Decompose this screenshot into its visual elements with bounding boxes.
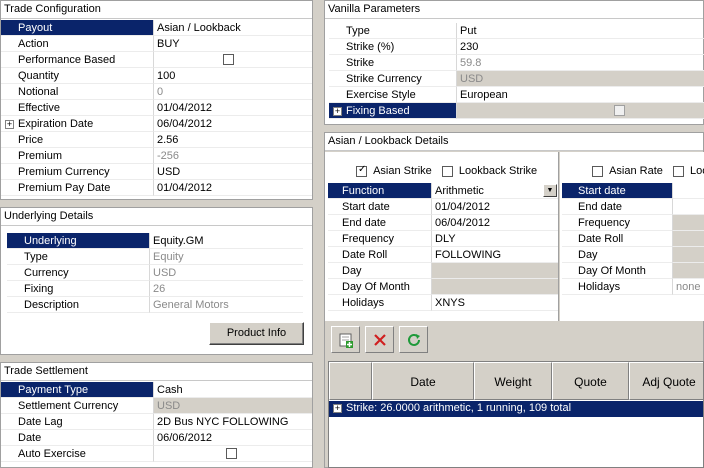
row-frequency[interactable]: Frequency DLY [328,231,558,247]
row-rate-start-date[interactable]: Start date [562,183,704,199]
lookback-rate-label: Look [690,165,704,177]
lookback-rate-checkbox[interactable] [672,165,684,177]
vanilla-parameters-grid: Type Put Strike (%) 230 Strike 59.8 Strike … [329,23,704,119]
refresh-button[interactable] [399,326,428,353]
row-price[interactable]: Price 2.56 [1,132,312,148]
row-quantity[interactable]: Quantity 100 [1,68,312,84]
row-expiration-date[interactable]: + Expiration Date 06/04/2012 [1,116,312,132]
vanilla-parameters-title: Vanilla Parameters [325,1,703,19]
row-strike-currency: Strike Currency USD [329,71,704,87]
asian-rate-label: Asian Rate [609,165,663,177]
product-info-button[interactable]: Product Info [209,322,304,345]
trade-configuration-grid: Payout Asian / Lookback Action BUY Perform… [1,20,312,196]
row-strike-percent[interactable]: Strike (%) 230 [329,39,704,55]
asian-strike-checkbox[interactable] [356,164,367,177]
column-header-date[interactable]: Date [372,362,474,400]
chevron-down-icon[interactable]: ▼ [543,184,557,197]
row-fixing: Fixing 26 [7,281,303,297]
column-header-adj-quote[interactable]: Adj Quote [629,362,703,400]
row-holidays[interactable]: Holidays XNYS [328,295,558,311]
row-exercise-style[interactable]: Exercise Style European [329,87,704,103]
row-rate-day-of-month: Day Of Month [562,263,704,279]
column-header-blank [329,362,372,400]
underlying-details-title: Underlying Details [1,208,312,226]
delete-row-button[interactable] [365,326,394,353]
fixings-grid-header: Date Weight Quote Adj Quote [329,362,703,400]
close-icon [373,333,386,346]
row-vanilla-type[interactable]: Type Put [329,23,704,39]
strike-group-row[interactable]: + Strike: 26.0000 arithmetic, 1 running,… [329,401,703,417]
row-end-date[interactable]: End date 06/04/2012 [328,215,558,231]
row-function[interactable]: Function Arithmetic ▼ [328,183,558,199]
row-start-date[interactable]: Start date 01/04/2012 [328,199,558,215]
row-rate-date-roll: Date Roll [562,231,704,247]
row-rate-holidays: Holidays none [562,279,704,295]
vanilla-parameters-panel: Vanilla Parameters Type Put Strike (%) 230… [324,0,704,125]
add-row-button[interactable] [331,326,360,353]
row-performance-based[interactable]: Performance Based [1,52,312,68]
row-day: Day [328,263,558,279]
add-document-icon [339,333,353,348]
lookback-strike-checkbox[interactable] [441,165,453,177]
fixing-based-checkbox[interactable] [614,105,625,116]
row-rate-day: Day [562,247,704,263]
lookback-strike-label: Lookback Strike [458,165,538,177]
row-currency: Currency USD [7,265,303,281]
row-settlement-currency: Settlement Currency USD [1,398,312,414]
row-description: Description General Motors [7,297,303,313]
row-effective[interactable]: Effective 01/04/2012 [1,100,312,116]
row-strike: Strike 59.8 [329,55,704,71]
fixings-grid: Date Weight Quote Adj Quote + Strike: 26… [328,361,704,468]
asian-rate-grid: Start date End date Frequency Date Roll … [562,183,704,295]
row-day-of-month: Day Of Month [328,279,558,295]
row-type: Type Equity [7,249,303,265]
column-header-weight[interactable]: Weight [474,362,552,400]
expand-plus-icon[interactable]: + [333,107,342,116]
row-premium-currency[interactable]: Premium Currency USD [1,164,312,180]
trade-settlement-panel: Trade Settlement Payment Type Cash Settle… [0,362,313,468]
column-header-quote[interactable]: Quote [552,362,629,400]
asian-strike-grid: Function Arithmetic ▼ Start date 01/04/2012… [328,183,558,311]
trade-configuration-title: Trade Configuration [1,1,312,19]
auto-exercise-checkbox[interactable] [226,448,237,459]
row-date-lag[interactable]: Date Lag 2D Bus NYC FOLLOWING [1,414,312,430]
row-auto-exercise[interactable]: Auto Exercise [1,446,312,462]
underlying-details-grid: Underlying Equity.GM Type Equity Currency U… [7,233,303,313]
performance-based-checkbox[interactable] [223,54,234,65]
row-rate-frequency: Frequency [562,215,704,231]
trade-configuration-panel: Trade Configuration Payout Asian / Lookba… [0,0,313,200]
row-payout[interactable]: Payout Asian / Lookback [1,20,312,36]
trade-settlement-grid: Payment Type Cash Settlement Currency USD … [1,382,312,462]
row-action[interactable]: Action BUY [1,36,312,52]
expand-plus-icon[interactable]: + [333,404,342,413]
expand-plus-icon[interactable]: + [5,120,14,129]
row-notional: Notional 0 [1,84,312,100]
row-payment-type[interactable]: Payment Type Cash [1,382,312,398]
refresh-icon [407,333,420,346]
asian-rate-checkbox[interactable] [592,165,603,177]
asian-rate-section: Asian Rate Look Start date End date Freq… [560,152,704,321]
row-rate-end-date: End date [562,199,704,215]
asian-strike-label: Asian Strike [373,165,432,177]
row-date-roll[interactable]: Date Roll FOLLOWING [328,247,558,263]
trade-settlement-title: Trade Settlement [1,363,312,381]
asian-strike-section: Asian Strike Lookback Strike FunctionAri… [325,152,559,321]
row-fixing-based[interactable]: + Fixing Based [329,103,704,119]
row-premium-pay-date[interactable]: Premium Pay Date 01/04/2012 [1,180,312,196]
row-date[interactable]: Date 06/06/2012 [1,430,312,446]
strike-group-label: Strike: 26.0000 arithmetic, 1 running, 1… [346,402,572,414]
row-underlying[interactable]: Underlying Equity.GM [7,233,303,249]
row-premium: Premium -256 [1,148,312,164]
underlying-details-panel: Underlying Details Underlying Equity.GM T… [0,207,313,355]
asian-lookback-title: Asian / Lookback Details [325,133,703,151]
